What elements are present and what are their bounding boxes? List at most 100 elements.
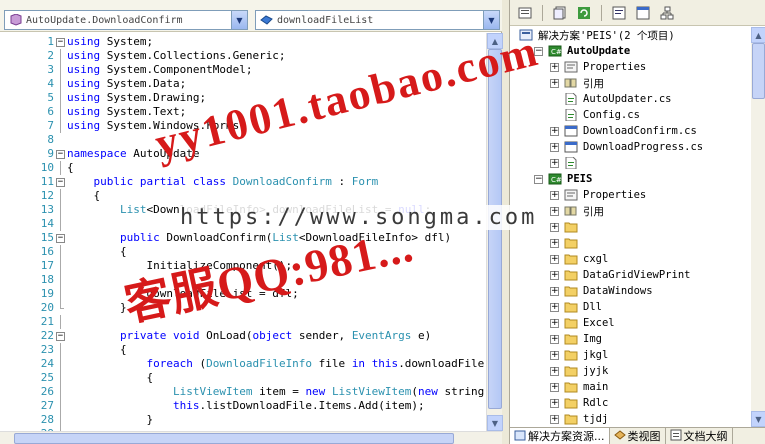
code-line[interactable]: 5 using System.Drawing; xyxy=(0,91,485,105)
tree-node[interactable]: + main xyxy=(550,379,608,395)
collapse-outline-icon[interactable]: − xyxy=(56,178,65,187)
collapse-icon[interactable]: − xyxy=(534,174,543,184)
code-line[interactable]: 25 { xyxy=(0,371,485,385)
expand-icon[interactable]: + xyxy=(550,142,559,152)
expand-icon[interactable]: + xyxy=(550,158,559,168)
refresh-icon[interactable] xyxy=(575,4,593,22)
code-line[interactable]: 1− using System; xyxy=(0,35,485,49)
collapse-outline-icon[interactable]: − xyxy=(56,38,65,47)
view-code-icon[interactable] xyxy=(610,4,628,22)
code-editor[interactable]: AutoUpdate.DownloadConfirm ▼ downloadFil… xyxy=(0,0,503,444)
properties-icon[interactable] xyxy=(516,4,534,22)
code-line[interactable]: 27 this.listDownloadFile.Items.Add(item)… xyxy=(0,399,485,413)
expand-icon[interactable]: + xyxy=(550,302,559,312)
expand-icon[interactable]: + xyxy=(550,206,559,216)
tree-node[interactable]: AutoUpdater.cs xyxy=(550,91,672,107)
view-designer-icon[interactable] xyxy=(634,4,652,22)
code-line[interactable]: 6 using System.Text; xyxy=(0,105,485,119)
scroll-up-arrow-icon[interactable]: ▲ xyxy=(751,27,765,43)
show-all-files-icon[interactable] xyxy=(551,4,569,22)
tree-node[interactable]: + DataWindows xyxy=(550,283,653,299)
tree-node[interactable]: + Rdlc xyxy=(550,395,608,411)
expand-icon[interactable]: + xyxy=(550,126,559,136)
collapse-outline-icon[interactable]: − xyxy=(56,332,65,341)
tree-node[interactable]: + Properties xyxy=(550,187,646,203)
code-line[interactable]: 15− public DownloadConfirm(List<Download… xyxy=(0,231,485,245)
tab-class-view[interactable]: 类视图 xyxy=(610,428,666,444)
tree-node[interactable]: + Properties xyxy=(550,59,646,75)
class-diagram-icon[interactable] xyxy=(658,4,676,22)
code-line[interactable]: 19 downloadFileList = dfl; xyxy=(0,287,485,301)
tree-node[interactable]: + DownloadConfirm.cs xyxy=(550,123,697,139)
code-line[interactable]: 24 foreach (DownloadFileInfo file in thi… xyxy=(0,357,485,371)
editor-horizontal-scrollbar[interactable] xyxy=(0,431,502,444)
tree-node[interactable]: + cxgl xyxy=(550,251,608,267)
code-line[interactable]: 20 } xyxy=(0,301,485,315)
code-line[interactable]: 7 using System.Windows.Forms; xyxy=(0,119,485,133)
tab-document-outline[interactable]: 文档大纲 xyxy=(666,428,733,444)
expand-icon[interactable]: + xyxy=(550,62,559,72)
expand-icon[interactable]: + xyxy=(550,190,559,200)
chevron-down-icon[interactable]: ▼ xyxy=(483,11,499,29)
expand-icon[interactable]: + xyxy=(550,414,559,424)
code-line[interactable]: 14 xyxy=(0,217,485,231)
code-line[interactable]: 21 xyxy=(0,315,485,329)
code-line[interactable]: 18 xyxy=(0,273,485,287)
chevron-down-icon[interactable]: ▼ xyxy=(231,11,247,29)
expand-icon[interactable]: + xyxy=(550,222,559,232)
collapse-icon[interactable]: − xyxy=(534,46,543,56)
expand-icon[interactable]: + xyxy=(550,254,559,264)
tree-node[interactable]: + xyxy=(550,155,583,171)
code-line[interactable]: 8 xyxy=(0,133,485,147)
collapse-outline-icon[interactable]: − xyxy=(56,234,65,243)
code-line[interactable]: 11− public partial class DownloadConfirm… xyxy=(0,175,485,189)
scroll-down-arrow-icon[interactable]: ▼ xyxy=(751,411,765,427)
code-line[interactable]: 12 { xyxy=(0,189,485,203)
tree-node[interactable]: + jyjk xyxy=(550,363,608,379)
tree-node[interactable]: + Dll xyxy=(550,299,602,315)
expand-icon[interactable]: + xyxy=(550,398,559,408)
editor-vertical-scrollbar[interactable]: ▲ ▼ xyxy=(486,33,503,431)
member-dropdown[interactable]: downloadFileList ▼ xyxy=(255,10,500,30)
expand-icon[interactable]: + xyxy=(550,318,559,328)
class-dropdown[interactable]: AutoUpdate.DownloadConfirm ▼ xyxy=(4,10,248,30)
scroll-up-arrow-icon[interactable]: ▲ xyxy=(487,33,503,49)
tree-node[interactable]: 解决方案'PEIS'(2 个项目) xyxy=(518,27,675,43)
tree-node[interactable]: − C# AutoUpdate xyxy=(534,43,630,59)
code-line[interactable]: 4 using System.Data; xyxy=(0,77,485,91)
expand-icon[interactable]: + xyxy=(550,382,559,392)
scroll-down-arrow-icon[interactable]: ▼ xyxy=(487,415,503,431)
expand-icon[interactable]: + xyxy=(550,286,559,296)
tree-node[interactable]: Config.cs xyxy=(550,107,640,123)
expand-icon[interactable]: + xyxy=(550,366,559,376)
code-line[interactable]: 16 { xyxy=(0,245,485,259)
expand-icon[interactable]: + xyxy=(550,78,559,88)
code-line[interactable]: 28 } xyxy=(0,413,485,427)
solution-tree[interactable]: 解决方案'PEIS'(2 个项目) − C# AutoUpdate + Propertie… xyxy=(510,27,751,427)
code-line[interactable]: 13 List<DownloadFileInfo> downloadFileLi… xyxy=(0,203,485,217)
expand-icon[interactable]: + xyxy=(550,334,559,344)
code-line[interactable]: 23 { xyxy=(0,343,485,357)
tree-node[interactable]: + jkgl xyxy=(550,347,608,363)
tab-solution-explorer[interactable]: 解决方案资源... xyxy=(510,428,610,444)
code-line[interactable]: 22− private void OnLoad(object sender, E… xyxy=(0,329,485,343)
editor-scroll-thumb[interactable] xyxy=(488,49,502,409)
tree-vertical-scrollbar[interactable]: ▲ ▼ xyxy=(751,27,765,427)
expand-icon[interactable]: + xyxy=(550,238,559,248)
code-line[interactable]: 3 using System.ComponentModel; xyxy=(0,63,485,77)
tree-node[interactable]: + DownloadProgress.cs xyxy=(550,139,703,155)
expand-icon[interactable]: + xyxy=(550,350,559,360)
code-line[interactable]: 9− namespace AutoUpdate xyxy=(0,147,485,161)
tree-node[interactable]: + xyxy=(550,235,583,251)
expand-icon[interactable]: + xyxy=(550,270,559,280)
tree-node[interactable]: + Img xyxy=(550,331,602,347)
code-line[interactable]: 17 InitializeComponent(); xyxy=(0,259,485,273)
tree-node[interactable]: + Excel xyxy=(550,315,615,331)
tree-node[interactable]: + xyxy=(550,219,583,235)
code-text-area[interactable]: 1− using System; 2 using System.Collections… xyxy=(0,33,485,431)
tree-node[interactable]: + 引用 xyxy=(550,75,604,91)
tree-node[interactable]: − C# PEIS xyxy=(534,171,592,187)
code-line[interactable]: 26 ListViewItem item = new ListViewItem(… xyxy=(0,385,485,399)
collapse-outline-icon[interactable]: − xyxy=(56,150,65,159)
tree-node[interactable]: + DataGridViewPrint xyxy=(550,267,690,283)
